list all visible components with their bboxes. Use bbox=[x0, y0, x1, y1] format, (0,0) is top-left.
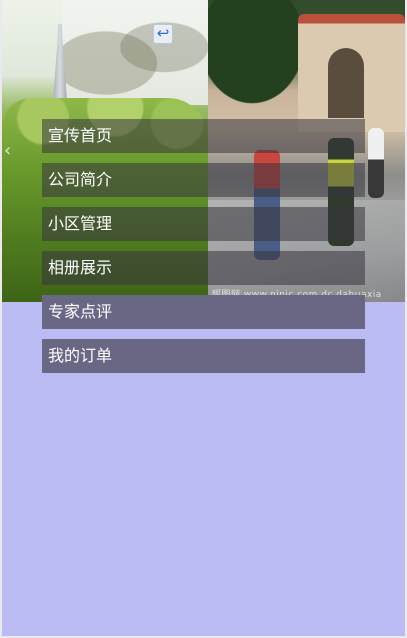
menu-item-promo-home[interactable]: 宣传首页 bbox=[42, 119, 365, 153]
menu-item-my-orders[interactable]: 我的订单 bbox=[42, 339, 365, 373]
menu-item-community-management[interactable]: 小区管理 bbox=[42, 207, 365, 241]
menu-item-photo-gallery[interactable]: 相册展示 bbox=[42, 251, 365, 285]
menu-item-company-intro[interactable]: 公司简介 bbox=[42, 163, 365, 197]
chevron-left-icon[interactable]: ‹ bbox=[4, 140, 26, 162]
back-arrow-icon[interactable]: ↩ bbox=[153, 24, 173, 44]
menu-item-expert-review[interactable]: 专家点评 bbox=[42, 295, 365, 329]
main-menu: 宣传首页 公司简介 小区管理 相册展示 专家点评 我的订单 bbox=[42, 119, 365, 383]
